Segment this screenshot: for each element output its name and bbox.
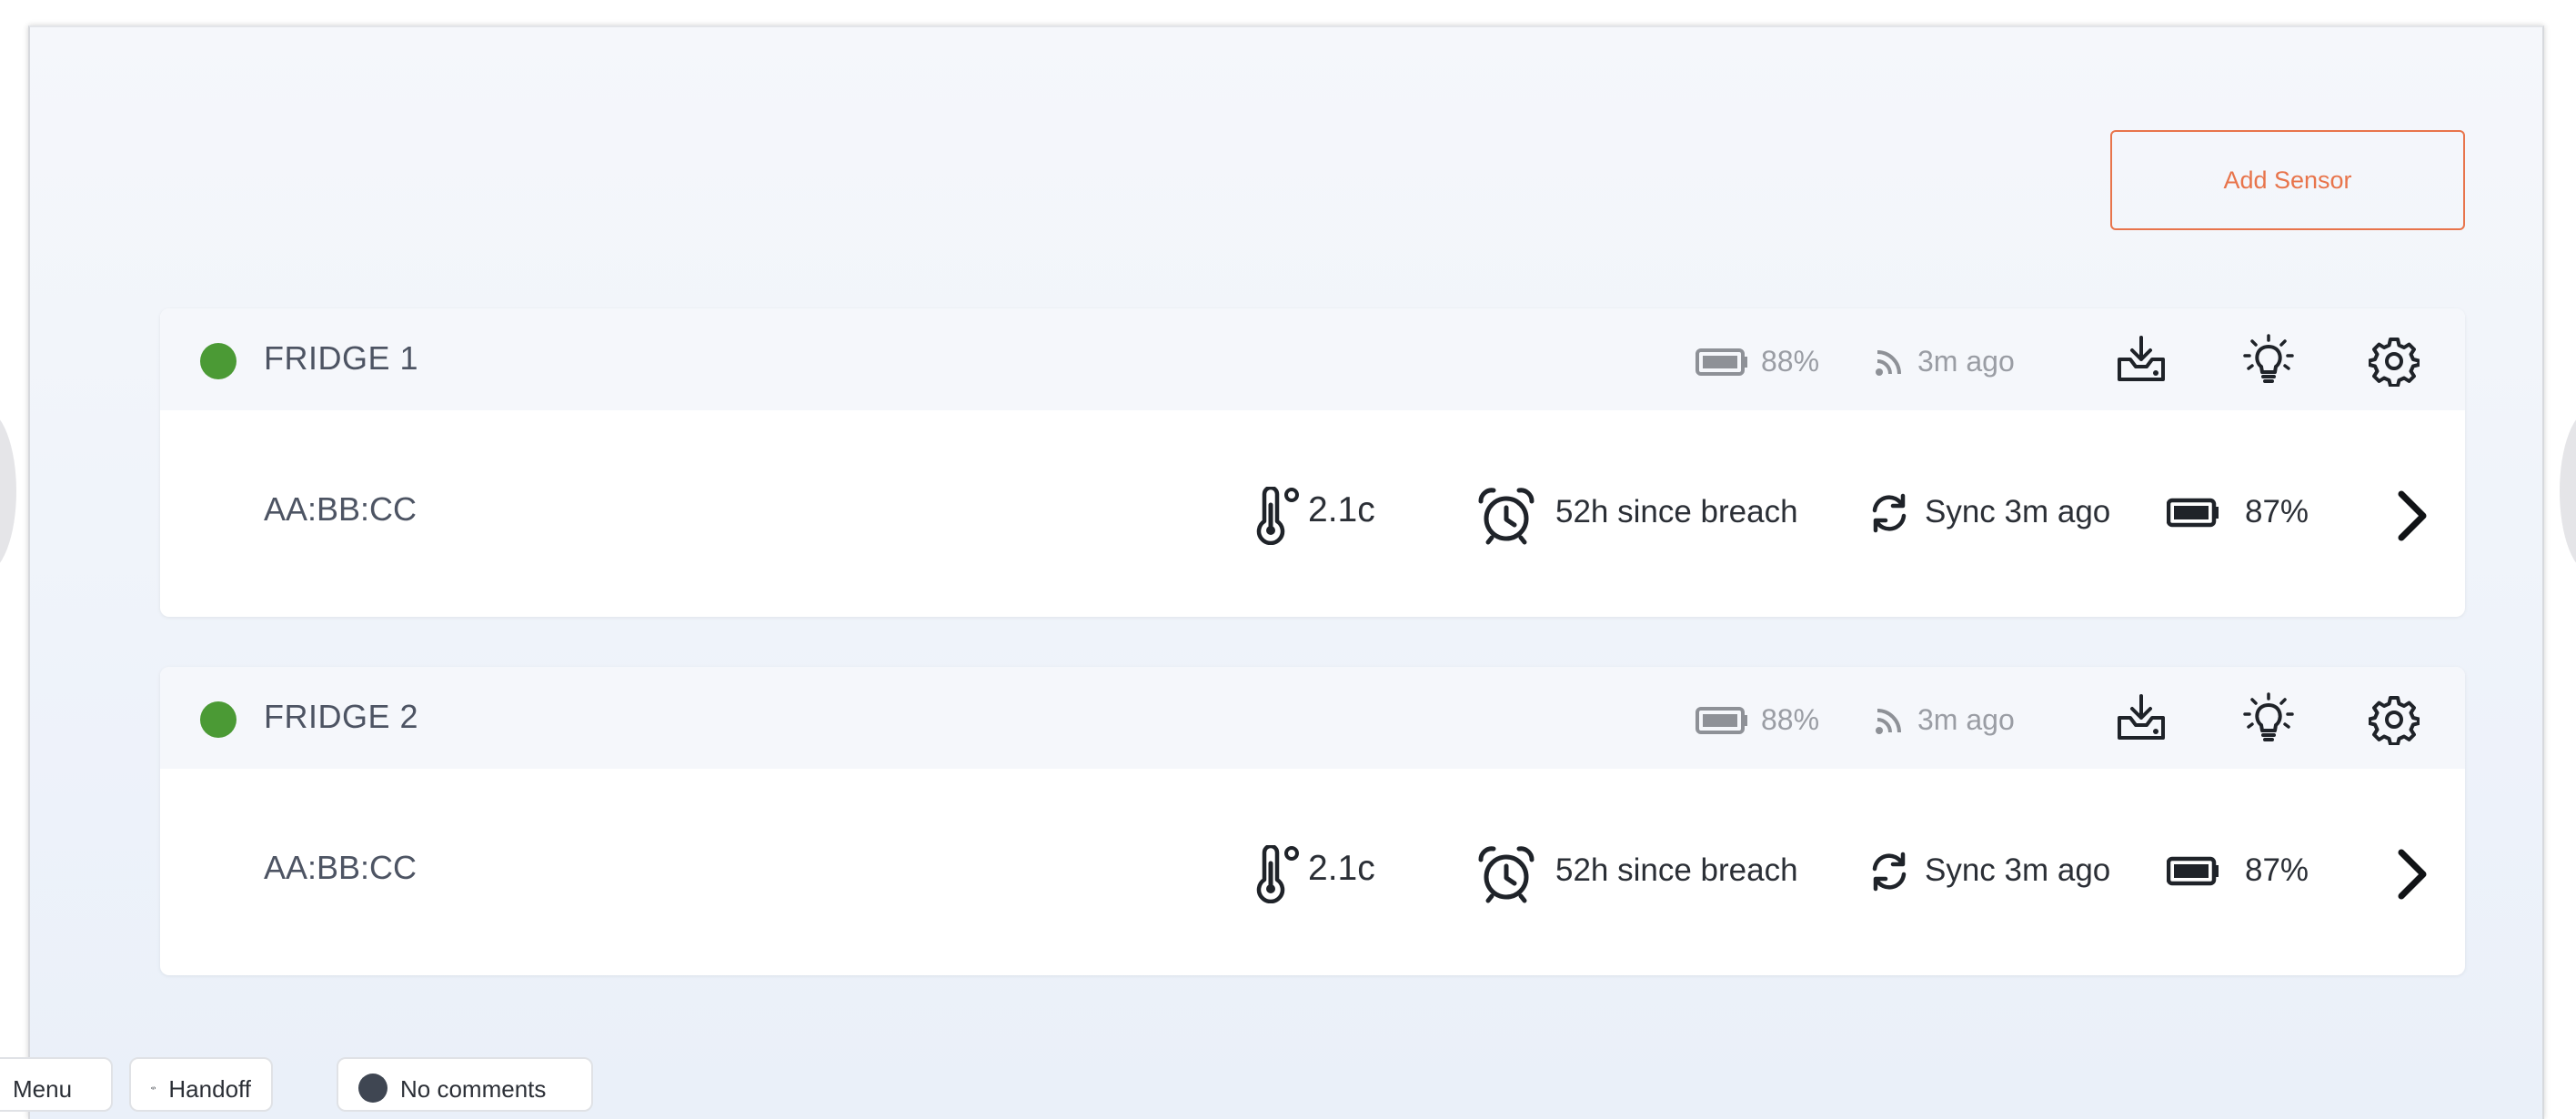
temperature-reading: 2.1c bbox=[1308, 849, 1375, 888]
left-panel-handle[interactable] bbox=[0, 409, 16, 573]
thermometer-icon bbox=[1256, 487, 1299, 545]
artboard: Add Sensor FRIDGE 1 88% 3m ago AA:BB:CC … bbox=[28, 25, 2544, 1119]
battery-level: 87% bbox=[2245, 494, 2309, 529]
thermometer-icon bbox=[1256, 845, 1299, 903]
sensor-name: FRIDGE 1 bbox=[264, 339, 419, 377]
battery-icon bbox=[1696, 707, 1747, 734]
comments-button[interactable]: No comments bbox=[337, 1057, 593, 1112]
sync-status: Sync 3m ago bbox=[1925, 852, 2111, 888]
sensor-card-header: FRIDGE 2 88% 3m ago bbox=[160, 667, 2465, 769]
comments-label: No comments bbox=[400, 1075, 547, 1103]
sensor-name: FRIDGE 2 bbox=[264, 698, 419, 735]
status-indicator bbox=[200, 343, 236, 379]
header-last-signal: 3m ago bbox=[1917, 345, 2015, 378]
temperature-reading: 2.1c bbox=[1308, 490, 1375, 529]
chevron-right-icon[interactable] bbox=[2392, 487, 2432, 545]
breach-status: 52h since breach bbox=[1555, 494, 1798, 529]
signal-icon bbox=[1876, 709, 1901, 734]
battery-level: 87% bbox=[2245, 852, 2309, 888]
comment-indicator bbox=[358, 1074, 387, 1103]
battery-icon bbox=[2167, 498, 2219, 528]
alarm-clock-icon bbox=[1478, 846, 1535, 903]
gear-icon[interactable] bbox=[2369, 336, 2420, 387]
menu-label: Menu bbox=[13, 1075, 73, 1103]
handoff-label: Handoff bbox=[168, 1075, 251, 1103]
sensor-card-header: FRIDGE 1 88% 3m ago bbox=[160, 308, 2465, 410]
code-icon bbox=[151, 1086, 156, 1090]
battery-icon bbox=[2167, 856, 2219, 886]
download-icon[interactable] bbox=[2114, 334, 2168, 383]
sensor-mac-address: AA:BB:CC bbox=[264, 849, 418, 886]
signal-icon bbox=[1876, 350, 1901, 376]
breach-status: 52h since breach bbox=[1555, 852, 1798, 888]
header-battery-level: 88% bbox=[1761, 345, 1820, 378]
alarm-clock-icon bbox=[1478, 488, 1535, 545]
right-panel-handle[interactable] bbox=[2560, 409, 2576, 573]
sensor-card[interactable]: FRIDGE 1 88% 3m ago AA:BB:CC 2.1c 52h si… bbox=[160, 308, 2465, 617]
gear-icon[interactable] bbox=[2369, 694, 2420, 745]
bulb-icon[interactable] bbox=[2241, 334, 2296, 385]
sync-icon bbox=[1872, 852, 1907, 892]
add-sensor-button[interactable]: Add Sensor bbox=[2110, 130, 2465, 230]
header-last-signal: 3m ago bbox=[1917, 703, 2015, 736]
menu-button[interactable]: Menu bbox=[0, 1057, 113, 1112]
sensor-mac-address: AA:BB:CC bbox=[264, 490, 418, 528]
download-icon[interactable] bbox=[2114, 692, 2168, 741]
header-battery-level: 88% bbox=[1761, 703, 1820, 736]
sensor-card[interactable]: FRIDGE 2 88% 3m ago AA:BB:CC 2.1c 52h si… bbox=[160, 667, 2465, 975]
battery-icon bbox=[1696, 348, 1747, 376]
chevron-right-icon[interactable] bbox=[2392, 845, 2432, 903]
sync-icon bbox=[1872, 493, 1907, 533]
sync-status: Sync 3m ago bbox=[1925, 494, 2111, 529]
handoff-button[interactable]: Handoff bbox=[129, 1057, 273, 1112]
status-indicator bbox=[200, 701, 236, 738]
bulb-icon[interactable] bbox=[2241, 692, 2296, 743]
